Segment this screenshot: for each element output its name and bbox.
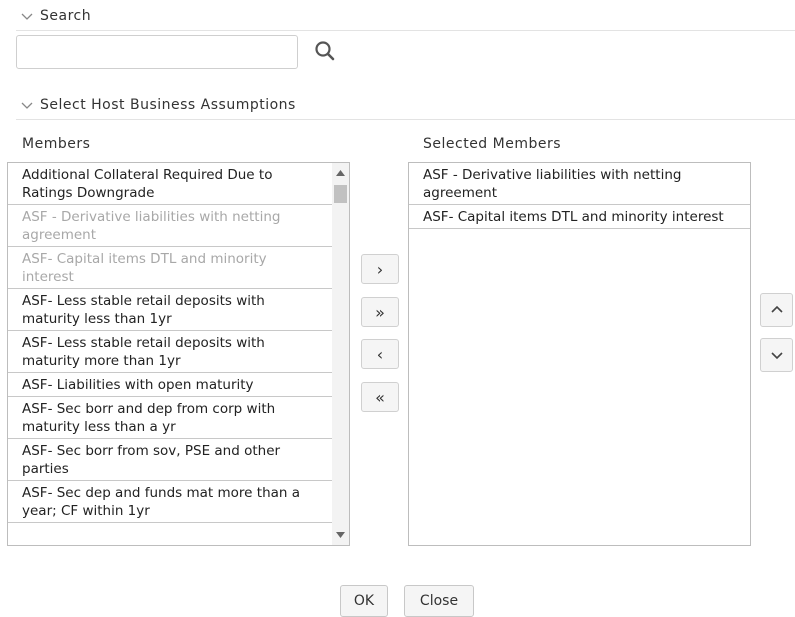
list-item[interactable]: ASF- Sec borr from sov, PSE and other pa… xyxy=(8,439,332,481)
chevron-down-icon xyxy=(21,13,33,20)
move-up-button[interactable] xyxy=(760,293,793,327)
list-item[interactable]: ASF- Less stable retail deposits with ma… xyxy=(8,289,332,331)
move-all-button[interactable]: » xyxy=(361,297,399,327)
assumptions-section-header[interactable]: Select Host Business Assumptions xyxy=(20,97,296,113)
scroll-up-arrow-icon[interactable] xyxy=(335,169,346,177)
selected-members-listbox[interactable]: ASF - Derivative liabilities with nettin… xyxy=(408,162,751,546)
scroll-down-arrow-icon[interactable] xyxy=(335,531,346,539)
move-selected-label: › xyxy=(376,259,384,279)
remove-selected-button[interactable]: ‹ xyxy=(361,339,399,369)
members-scrollbar[interactable] xyxy=(332,163,349,545)
search-icon[interactable] xyxy=(312,38,338,64)
members-list: Additional Collateral Required Due to Ra… xyxy=(8,163,332,523)
remove-selected-label: ‹ xyxy=(376,344,384,364)
members-scroll-thumb[interactable] xyxy=(334,185,347,203)
search-section-header[interactable]: Search xyxy=(20,8,91,24)
assumptions-section-title: Select Host Business Assumptions xyxy=(40,97,296,113)
list-item[interactable]: Additional Collateral Required Due to Ra… xyxy=(8,163,332,205)
list-item[interactable]: ASF - Derivative liabilities with nettin… xyxy=(409,163,750,205)
search-input[interactable] xyxy=(16,35,298,69)
assumptions-divider xyxy=(16,119,795,120)
search-divider xyxy=(16,30,795,31)
selected-members-label: Selected Members xyxy=(423,136,562,152)
list-item[interactable]: ASF- Liabilities with open maturity xyxy=(8,373,332,397)
list-item[interactable]: ASF- Sec dep and funds mat more than a y… xyxy=(8,481,332,523)
remove-all-button[interactable]: « xyxy=(361,382,399,412)
list-item[interactable]: ASF - Derivative liabilities with nettin… xyxy=(8,205,332,247)
chevron-down-icon xyxy=(770,352,783,360)
close-button[interactable]: Close xyxy=(404,585,474,617)
remove-all-label: « xyxy=(375,387,385,407)
members-label: Members xyxy=(22,136,91,152)
move-all-label: » xyxy=(375,302,385,322)
selected-members-list: ASF - Derivative liabilities with nettin… xyxy=(409,163,750,229)
list-item[interactable]: ASF- Sec borr and dep from corp with mat… xyxy=(8,397,332,439)
list-item[interactable]: ASF- Less stable retail deposits with ma… xyxy=(8,331,332,373)
list-item[interactable]: ASF- Capital items DTL and minority inte… xyxy=(8,247,332,289)
list-item[interactable]: ASF- Capital items DTL and minority inte… xyxy=(409,205,750,229)
ok-button[interactable]: OK xyxy=(340,585,388,617)
chevron-down-icon xyxy=(21,102,33,109)
members-listbox[interactable]: Additional Collateral Required Due to Ra… xyxy=(7,162,350,546)
move-down-button[interactable] xyxy=(760,338,793,372)
move-selected-button[interactable]: › xyxy=(361,254,399,284)
search-section-title: Search xyxy=(40,8,92,24)
chevron-up-icon xyxy=(770,305,783,313)
